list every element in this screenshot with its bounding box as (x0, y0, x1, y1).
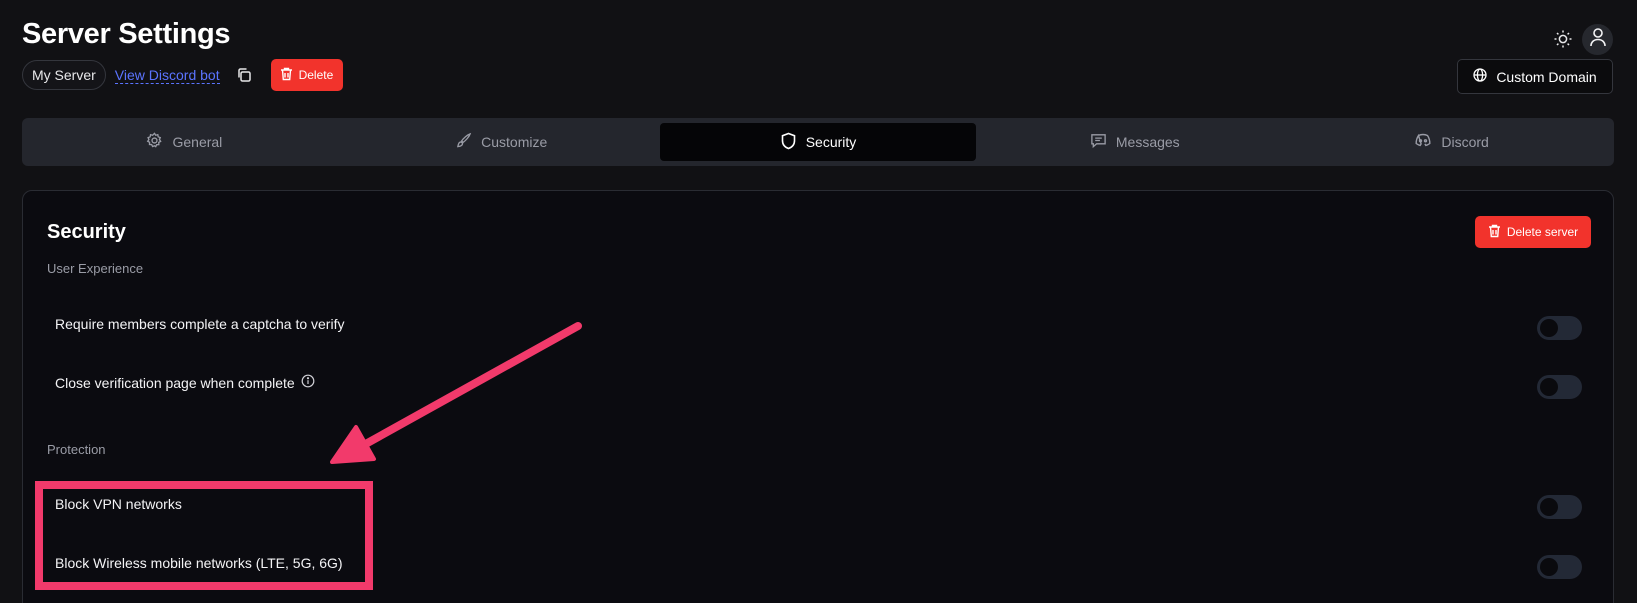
toggle-block-wireless[interactable] (1537, 555, 1582, 579)
globe-icon (1473, 68, 1487, 85)
server-settings-page: Server Settings My Server View Discord b… (0, 0, 1637, 603)
setting-label-captcha: Require members complete a captcha to ve… (55, 316, 344, 332)
tab-general[interactable]: General (26, 123, 343, 161)
discord-icon (1414, 133, 1432, 151)
sun-icon[interactable] (1553, 29, 1573, 49)
tab-security-label: Security (805, 134, 857, 150)
avatar[interactable] (1582, 24, 1613, 55)
tab-customize[interactable]: Customize (343, 123, 660, 161)
view-discord-bot-link[interactable]: View Discord bot (114, 67, 220, 84)
section-label-user-experience: User Experience (47, 261, 144, 276)
tab-customize-label: Customize (481, 134, 548, 150)
tab-discord-label: Discord (1441, 134, 1489, 150)
custom-domain-label: Custom Domain (1496, 68, 1597, 85)
shield-icon (780, 132, 797, 153)
setting-label-text: Require members complete a captcha to ve… (55, 316, 345, 332)
tab-general-label: General (172, 134, 223, 150)
tab-messages[interactable]: Messages (976, 123, 1293, 161)
toggle-close-verification[interactable] (1537, 375, 1582, 399)
user-icon (1589, 27, 1607, 52)
section-title: Security (47, 221, 126, 243)
toggle-captcha[interactable] (1537, 316, 1582, 340)
server-info-row: My Server View Discord bot Delete (22, 59, 344, 91)
tab-security[interactable]: Security (659, 123, 977, 161)
gear-icon (146, 132, 163, 152)
annotation-highlight-box (35, 481, 373, 590)
section-label-protection: Protection (47, 442, 106, 457)
delete-button-label: Delete (298, 68, 334, 82)
custom-domain-button[interactable]: Custom Domain (1457, 59, 1613, 94)
setting-label-close-verification: Close verification page when complete (55, 374, 315, 391)
tab-discord[interactable]: Discord (1293, 123, 1610, 161)
toggle-knob (1540, 498, 1558, 516)
toggle-knob (1540, 378, 1558, 396)
toggle-block-vpn[interactable] (1537, 495, 1582, 519)
page-title: Server Settings (22, 18, 231, 50)
copy-icon[interactable] (236, 66, 254, 84)
toggle-knob (1540, 558, 1558, 576)
message-icon (1090, 132, 1107, 152)
delete-button[interactable]: Delete (270, 59, 344, 91)
trash-icon (1488, 224, 1501, 241)
brush-icon (455, 132, 472, 152)
settings-tabs: General Customize Security Messages Disc… (22, 118, 1614, 166)
tab-messages-label: Messages (1115, 134, 1180, 150)
toggle-knob (1540, 319, 1558, 337)
setting-label-text: Close verification page when complete (55, 374, 295, 391)
delete-server-button[interactable]: Delete server (1475, 216, 1591, 248)
delete-server-label: Delete server (1506, 225, 1579, 239)
trash-icon (280, 67, 293, 84)
server-name-badge[interactable]: My Server (22, 60, 106, 90)
info-icon[interactable] (301, 374, 315, 391)
